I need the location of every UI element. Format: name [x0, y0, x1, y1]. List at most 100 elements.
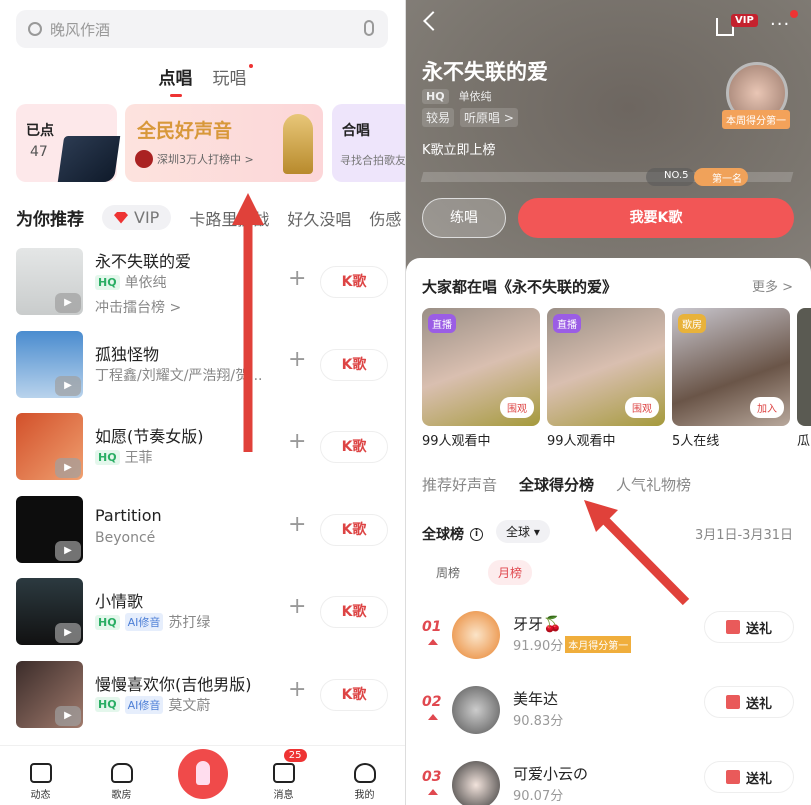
tab-diansing[interactable]: 点唱	[159, 64, 193, 97]
person-icon	[353, 763, 376, 783]
send-gift-button[interactable]: 送礼	[704, 686, 794, 718]
add-icon[interactable]: +	[288, 347, 306, 372]
tab-gift[interactable]: 人气礼物榜	[616, 474, 691, 495]
more-link[interactable]: 更多 >	[752, 276, 793, 295]
detail-sheet: 大家都在唱《永不失联的爱》 更多 > 直播 围观 直播 围观 歌房 加入 99人观看中…	[406, 258, 811, 805]
song-cover[interactable]: ▶	[16, 660, 83, 728]
rank-row[interactable]: 02 美年达 90.83分 送礼	[406, 686, 811, 746]
room-card[interactable]: 直播 围观	[547, 308, 665, 426]
progress-no5: NO.5	[646, 168, 695, 186]
tag: HQ	[95, 614, 120, 630]
song-title: 永不失联的爱	[95, 252, 192, 271]
k-song-button[interactable]: K歌	[320, 431, 388, 463]
scope-select[interactable]: 全球 ▾	[496, 520, 550, 543]
contest-card[interactable]: 全民好声音 深圳3万人打榜中 >	[125, 104, 323, 182]
tab-wansing[interactable]: 玩唱	[213, 64, 253, 89]
play-icon: ▶	[55, 293, 81, 313]
more-icon[interactable]: ···	[770, 14, 790, 35]
difficulty-tag: 较易	[422, 108, 455, 127]
score: 90.07分	[513, 789, 564, 804]
k-song-button[interactable]: K歌	[320, 678, 388, 711]
artist: 单依纯	[458, 90, 492, 103]
nav-sing[interactable]	[177, 749, 228, 801]
duet-card[interactable]: 合唱 寻找合拍歌友	[332, 104, 405, 182]
cat-long-time[interactable]: 好久没唱	[287, 206, 351, 230]
avatar[interactable]	[452, 611, 500, 659]
tab-weekly[interactable]: 周榜	[426, 560, 470, 585]
cat-calorie[interactable]: 卡路里挑战	[189, 206, 269, 230]
room-card[interactable]: 歌房 加入	[672, 308, 790, 426]
mail-icon	[272, 763, 295, 783]
tab-global-score[interactable]: 全球得分榜	[519, 474, 594, 495]
mic-icon[interactable]	[364, 20, 374, 36]
add-icon[interactable]: +	[288, 677, 306, 702]
song-cover[interactable]: ▶	[16, 413, 83, 480]
challenge-link[interactable]: 冲击擂台榜 >	[95, 297, 181, 317]
song-list-screen: 晚风作酒 点唱 玩唱 已点 47 全民好声音 深圳3万人打榜中 > 合唱 寻找合拍歌友 …	[0, 0, 405, 805]
song-title: 孤独怪物	[95, 344, 160, 364]
k-song-button[interactable]: K歌	[320, 348, 388, 381]
nav-me[interactable]: 我的	[340, 763, 390, 801]
song-cover[interactable]: ▶	[16, 330, 83, 398]
gift-icon	[725, 770, 740, 784]
rank-hint: K歌立即上榜	[422, 143, 496, 158]
tag: AI修音	[124, 613, 164, 631]
mic-icon	[177, 749, 228, 799]
avatar[interactable]	[452, 686, 500, 734]
play-icon: ▶	[55, 623, 81, 643]
singer-name: 牙牙🍒	[513, 615, 562, 633]
song-cover[interactable]: ▶	[16, 578, 83, 645]
avatar[interactable]	[452, 761, 500, 805]
song-detail-screen: VIP ··· 永不失联的爱 HQ 单依纯 较易 听原唱 > K歌立即上榜 NO.5…	[406, 0, 811, 805]
tab-monthly[interactable]: 月榜	[488, 560, 533, 585]
score: 91.90分	[513, 639, 564, 654]
rank-row[interactable]: 03 可爱小云の 90.07分 送礼	[406, 761, 811, 805]
room-card[interactable]: 直播 围观	[422, 308, 540, 426]
search-icon	[28, 22, 42, 36]
send-gift-button[interactable]: 送礼	[704, 761, 794, 793]
song-artist: 苏打绿	[168, 615, 211, 631]
rank-up-icon	[428, 714, 438, 720]
practice-button[interactable]: 练唱	[422, 198, 506, 238]
nav-rooms[interactable]: 歌房	[97, 763, 147, 801]
nav-feed[interactable]: 动态	[16, 763, 66, 801]
rank-number: 03	[422, 769, 442, 785]
k-song-button[interactable]: K歌	[320, 513, 388, 546]
k-song-button[interactable]: K歌	[320, 596, 388, 628]
song-artist: 王菲	[124, 450, 153, 466]
song-row[interactable]: ▶ 永不失联的爱 HQ 单依纯 冲击擂台榜 > + K歌	[16, 248, 388, 316]
vip-filter[interactable]: VIP	[102, 205, 172, 230]
cat-sad[interactable]: 伤感	[369, 206, 401, 230]
song-cover[interactable]: ▶	[16, 248, 83, 315]
song-row[interactable]: ▶ 孤独怪物 丁程鑫/刘耀文/严浩翔/贺... + K歌	[16, 330, 388, 399]
send-gift-button[interactable]: 送礼	[704, 611, 794, 643]
add-icon[interactable]: +	[288, 594, 306, 619]
sing-button[interactable]: 我要K歌	[518, 198, 794, 238]
room-card[interactable]	[797, 308, 811, 426]
song-cover[interactable]: ▶	[16, 495, 83, 563]
song-artist: 莫文蔚	[168, 697, 211, 714]
picked-title: 已点	[26, 123, 54, 139]
k-song-button[interactable]: K歌	[320, 266, 388, 298]
add-icon[interactable]: +	[288, 512, 306, 537]
listen-original-button[interactable]: 听原唱 >	[460, 108, 518, 127]
add-icon[interactable]: +	[288, 429, 306, 454]
progress-first: 第一名	[694, 168, 748, 186]
crown-label: 本周得分第一	[722, 110, 790, 129]
song-row[interactable]: ▶ Partition Beyoncé + K歌	[16, 495, 388, 564]
picked-card[interactable]: 已点 47	[16, 104, 121, 182]
info-icon[interactable]: i	[470, 527, 483, 541]
golden-mic-icon	[283, 114, 313, 174]
search-placeholder: 晚风作酒	[50, 20, 111, 39]
rank-up-icon	[428, 639, 438, 645]
rank-row[interactable]: 01 牙牙🍒 91.90分 本月得分第一 送礼	[406, 611, 811, 671]
song-row[interactable]: ▶ 小情歌 HQ AI修音 苏打绿 + K歌	[16, 578, 388, 646]
singer-name: 美年达	[513, 690, 559, 708]
nav-messages[interactable]: 25 消息	[259, 749, 309, 801]
recommend-bar: 为你推荐 VIP 卡路里挑战 好久没唱 伤感	[16, 205, 401, 230]
search-input[interactable]: 晚风作酒	[16, 10, 388, 48]
song-row[interactable]: ▶ 如愿(节奏女版) HQ 王菲 + K歌	[16, 413, 388, 481]
song-row[interactable]: ▶ 慢慢喜欢你(吉他男版) HQ AI修音 莫文蔚 + K歌	[16, 660, 388, 729]
add-icon[interactable]: +	[288, 266, 306, 291]
tab-recommended[interactable]: 推荐好声音	[422, 474, 497, 495]
